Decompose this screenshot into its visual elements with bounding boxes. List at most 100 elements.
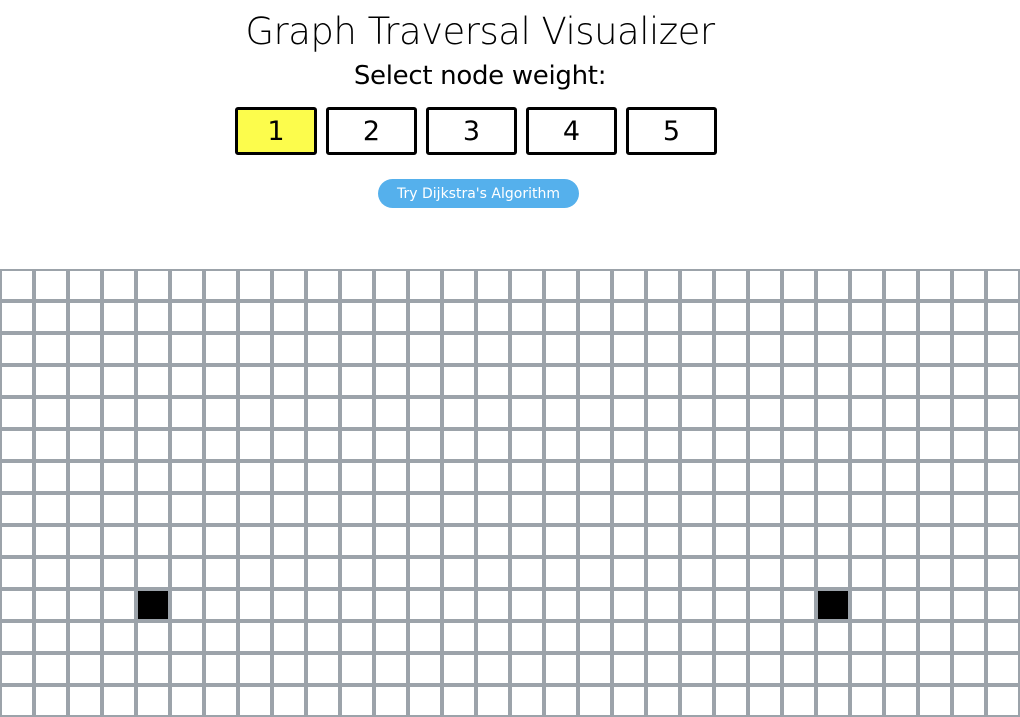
grid-cell[interactable]	[680, 493, 714, 525]
grid-cell[interactable]	[544, 653, 578, 685]
grid-cell[interactable]	[816, 397, 850, 429]
grid-cell[interactable]	[34, 365, 68, 397]
grid-cell[interactable]	[952, 557, 986, 589]
grid-cell[interactable]	[34, 301, 68, 333]
grid-cell[interactable]	[510, 429, 544, 461]
grid-cell[interactable]	[816, 525, 850, 557]
grid-cell[interactable]	[510, 365, 544, 397]
grid-cell[interactable]	[510, 493, 544, 525]
grid-cell[interactable]	[952, 301, 986, 333]
grid-cell[interactable]	[918, 621, 952, 653]
grid-cell[interactable]	[442, 685, 476, 717]
grid-cell[interactable]	[170, 269, 204, 301]
grid-cell[interactable]	[374, 621, 408, 653]
grid-cell[interactable]	[748, 461, 782, 493]
grid-cell[interactable]	[442, 269, 476, 301]
grid-cell[interactable]	[272, 525, 306, 557]
grid-cell[interactable]	[952, 685, 986, 717]
grid-cell[interactable]	[340, 685, 374, 717]
grid-cell[interactable]	[204, 397, 238, 429]
grid-cell[interactable]	[578, 621, 612, 653]
grid-cell[interactable]	[0, 429, 34, 461]
grid-cell[interactable]	[306, 429, 340, 461]
grid-cell[interactable]	[748, 429, 782, 461]
grid-cell[interactable]	[136, 461, 170, 493]
grid-cell[interactable]	[816, 685, 850, 717]
grid-cell[interactable]	[136, 397, 170, 429]
grid-cell[interactable]	[306, 301, 340, 333]
grid-cell[interactable]	[102, 333, 136, 365]
grid-cell[interactable]	[408, 621, 442, 653]
grid-cell[interactable]	[102, 557, 136, 589]
grid-cell[interactable]	[816, 429, 850, 461]
weight-button-2[interactable]: 2	[326, 107, 417, 155]
grid-cell[interactable]	[850, 653, 884, 685]
grid-cell[interactable]	[272, 557, 306, 589]
grid-cell[interactable]	[68, 461, 102, 493]
grid-cell[interactable]	[680, 653, 714, 685]
grid-cell[interactable]	[442, 621, 476, 653]
grid-cell[interactable]	[952, 653, 986, 685]
grid-cell[interactable]	[408, 653, 442, 685]
grid-cell[interactable]	[986, 621, 1020, 653]
grid-cell[interactable]	[170, 589, 204, 621]
grid-cell[interactable]	[714, 525, 748, 557]
grid-cell[interactable]	[986, 397, 1020, 429]
grid-cell[interactable]	[850, 589, 884, 621]
grid-cell[interactable]	[68, 301, 102, 333]
grid-cell[interactable]	[578, 301, 612, 333]
grid-cell[interactable]	[680, 589, 714, 621]
grid-cell[interactable]	[748, 269, 782, 301]
grid-cell[interactable]	[68, 429, 102, 461]
grid-cell[interactable]	[510, 589, 544, 621]
grid-cell[interactable]	[408, 493, 442, 525]
grid-cell[interactable]	[0, 397, 34, 429]
grid-cell[interactable]	[238, 461, 272, 493]
grid-cell[interactable]	[578, 525, 612, 557]
grid-cell[interactable]	[102, 269, 136, 301]
grid-cell[interactable]	[578, 365, 612, 397]
grid-cell[interactable]	[0, 493, 34, 525]
grid-cell[interactable]	[102, 429, 136, 461]
grid-cell[interactable]	[0, 461, 34, 493]
grid-cell[interactable]	[884, 621, 918, 653]
grid-cell[interactable]	[374, 653, 408, 685]
grid-cell[interactable]	[646, 429, 680, 461]
grid-cell[interactable]	[918, 525, 952, 557]
grid-cell[interactable]	[510, 269, 544, 301]
grid-cell[interactable]	[102, 493, 136, 525]
grid-cell[interactable]	[782, 653, 816, 685]
grid-cell[interactable]	[102, 301, 136, 333]
grid-cell[interactable]	[136, 493, 170, 525]
grid-cell[interactable]	[850, 365, 884, 397]
grid-cell[interactable]	[0, 653, 34, 685]
grid-cell[interactable]	[986, 685, 1020, 717]
grid-cell[interactable]	[918, 557, 952, 589]
grid-cell[interactable]	[170, 557, 204, 589]
grid-cell[interactable]	[408, 269, 442, 301]
grid-cell[interactable]	[680, 397, 714, 429]
grid-cell[interactable]	[578, 653, 612, 685]
grid-cell[interactable]	[68, 493, 102, 525]
grid-cell[interactable]	[170, 525, 204, 557]
grid-cell[interactable]	[204, 301, 238, 333]
grid-cell[interactable]	[34, 397, 68, 429]
grid-cell[interactable]	[646, 333, 680, 365]
grid-cell[interactable]	[884, 653, 918, 685]
grid-cell[interactable]	[306, 589, 340, 621]
grid-cell[interactable]	[408, 397, 442, 429]
grid-cell[interactable]	[782, 429, 816, 461]
grid-cell[interactable]	[578, 493, 612, 525]
grid-cell[interactable]	[714, 397, 748, 429]
grid-cell[interactable]	[714, 589, 748, 621]
grid-cell[interactable]	[102, 461, 136, 493]
grid-cell[interactable]	[204, 333, 238, 365]
grid-cell[interactable]	[510, 653, 544, 685]
grid-cell[interactable]	[476, 461, 510, 493]
grid-cell[interactable]	[442, 461, 476, 493]
grid-cell[interactable]	[340, 429, 374, 461]
grid-cell[interactable]	[136, 557, 170, 589]
grid-cell[interactable]	[136, 301, 170, 333]
grid-cell[interactable]	[680, 525, 714, 557]
grid-cell[interactable]	[918, 685, 952, 717]
